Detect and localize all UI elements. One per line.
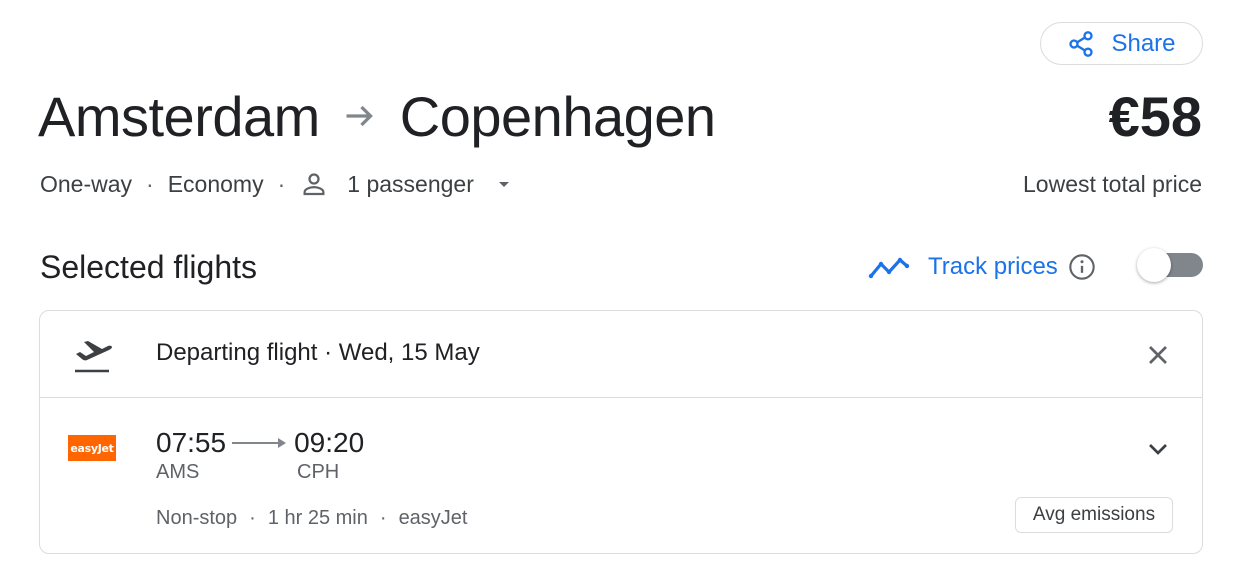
card-header: Departing flight · Wed, 15 May [40,311,1202,398]
departing-flight-header: Departing flight · Wed, 15 May [156,339,480,366]
share-label: Share [1111,29,1176,57]
origin-city: Amsterdam [38,84,320,148]
toggle-knob [1137,248,1171,282]
section-title: Selected flights [40,248,258,285]
airline-name: easyJet [398,506,468,529]
person-icon [299,169,329,199]
route-title: Amsterdam Copenhagen [38,80,716,152]
track-prices-toggle[interactable] [1137,248,1203,284]
lowest-price: €58 [1108,84,1202,148]
stops: Non-stop [156,506,238,529]
trip-summary: One-way · Economy · 1 passenger [40,166,516,202]
separator: · [146,170,154,197]
passenger-count: 1 passenger [347,170,474,197]
trip-type: One-way [40,170,133,197]
flight-details: Non-stop · 1 hr 25 min · easyJet [156,504,468,532]
track-prices-label[interactable]: Track prices [928,253,1058,281]
arrow-right-icon [342,98,378,134]
share-button[interactable]: Share [1040,22,1203,65]
separator: · [249,506,256,529]
flight-arrow-icon [232,438,287,448]
close-icon[interactable] [1142,339,1174,371]
cabin-class: Economy [167,170,264,197]
departing-flight-card: Departing flight · Wed, 15 May easyJet 0… [39,310,1203,554]
airline-logo: easyJet [68,435,116,461]
info-icon[interactable] [1068,253,1096,281]
departure-plane-icon [75,341,112,373]
trending-icon [868,257,910,279]
share-icon [1069,30,1094,57]
destination-city: Copenhagen [399,84,716,148]
track-prices[interactable]: Track prices [868,246,1096,288]
price-label: Lowest total price [1023,170,1202,197]
chevron-down-icon[interactable] [492,172,516,196]
arrival-time: 09:20 [294,427,365,458]
separator: · [379,506,387,529]
chevron-down-icon[interactable] [1142,433,1174,465]
departure-time: 07:55 [156,427,227,458]
arrival-airport: CPH [297,461,340,483]
separator: · [277,170,286,197]
flight-times: 07:55 09:20 [156,423,364,463]
duration: 1 hr 25 min [267,506,368,529]
departure-airport: AMS [156,461,200,483]
emissions-badge[interactable]: Avg emissions [1015,497,1173,533]
